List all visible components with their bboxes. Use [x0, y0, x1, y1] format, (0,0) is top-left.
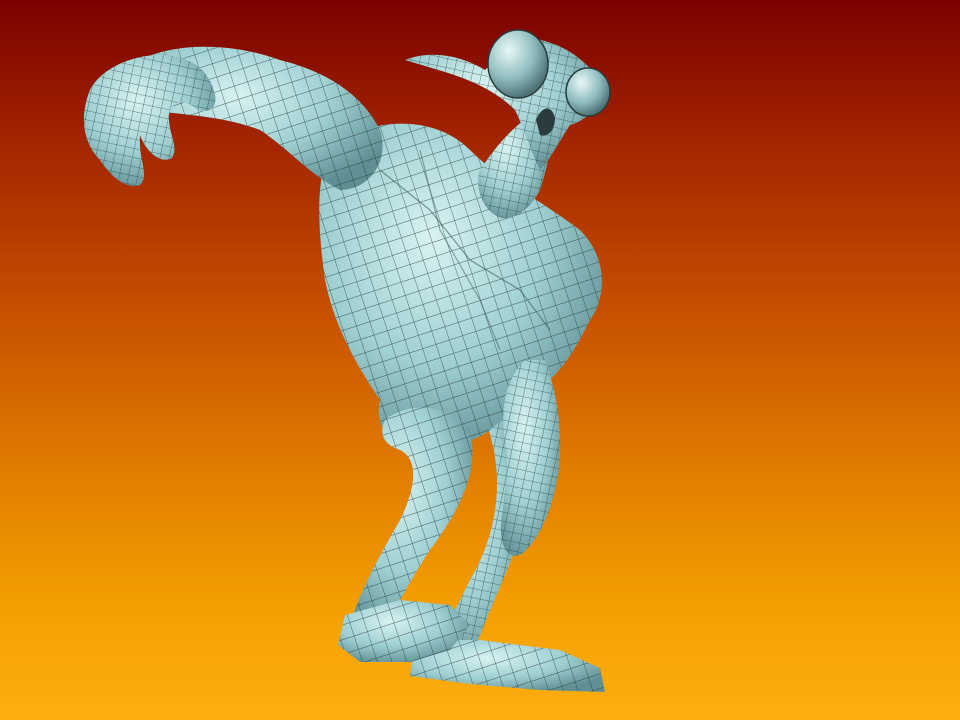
raised-hand — [83, 55, 216, 186]
lower-arm — [500, 360, 561, 556]
right-eye — [565, 67, 611, 117]
front-leg — [350, 407, 473, 630]
render-viewport — [0, 0, 960, 720]
wireframe-creature-model — [83, 29, 611, 692]
left-eye — [487, 29, 549, 99]
